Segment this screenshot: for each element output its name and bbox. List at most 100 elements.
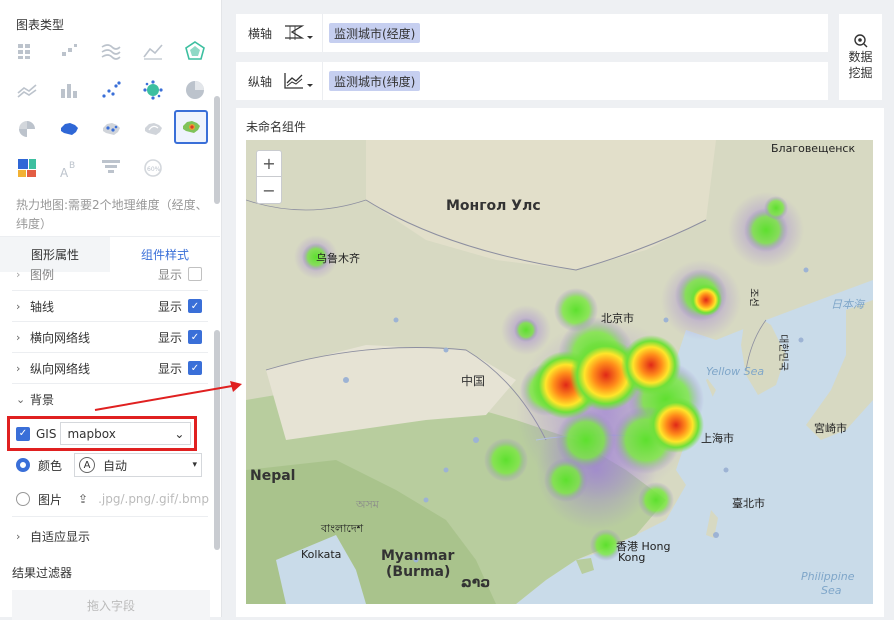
background-label: 背景 [30, 392, 55, 407]
legend-checkbox[interactable] [188, 267, 202, 281]
gis-select[interactable]: mapbox ⌄ [60, 422, 192, 445]
map-label-taipei: 臺北市 [732, 497, 765, 510]
caret-down-icon: ▾ [192, 460, 198, 470]
gauge-chart-icon[interactable]: 60% [136, 151, 170, 185]
vgrid-label: 纵向网络线 [30, 361, 91, 376]
map-label-laos: ລາວ [461, 575, 491, 591]
heatmap-hint: 热力地图:需要2个地理维度（经度、纬度） [16, 198, 208, 231]
image-row: 图片 ⇪ .jpg/.png/.gif/.bmp [16, 486, 212, 512]
chevron-down-icon: ⌄ [16, 392, 26, 406]
x-axis-label: 横轴 [248, 26, 273, 41]
svg-text:60%: 60% [147, 166, 161, 173]
map-label-yellow-sea: Yellow Sea [706, 365, 765, 378]
china-map-icon[interactable] [52, 112, 86, 146]
map-label-kolkata: Kolkata [301, 548, 342, 561]
map-label-mongolia: Монгол Улс [446, 198, 541, 214]
color-radio[interactable] [16, 458, 30, 472]
map-label-urumqi: 乌鲁木齐 [316, 252, 360, 265]
chart-types-title: 图表类型 [16, 18, 65, 32]
treemap-chart-icon[interactable] [10, 151, 44, 185]
rose-chart-icon[interactable] [10, 112, 44, 146]
axis-show-label: 显示 [157, 299, 182, 314]
map-label-burma: (Burma) [386, 564, 451, 580]
adaptive-row[interactable]: › 自适应显示 [16, 521, 202, 551]
x-axis-type-icon[interactable] [282, 22, 322, 44]
pie-chart-icon[interactable] [178, 73, 212, 107]
axis-label: 轴线 [30, 299, 55, 314]
data-mining-label-1: 数据 [848, 50, 873, 64]
background-row[interactable]: ⌄ 背景 [16, 384, 202, 414]
map-label-china: 中国 [461, 374, 486, 388]
chevron-right-icon: › [16, 529, 21, 543]
svg-text:B: B [69, 161, 75, 171]
zoom-out-button[interactable]: − [257, 177, 281, 203]
chevron-right-icon: › [16, 267, 21, 281]
word-cloud-icon[interactable]: AB [52, 151, 86, 185]
filter-drop-zone[interactable]: 拖入字段 [12, 590, 210, 620]
hgrid-label: 横向网络线 [30, 330, 91, 345]
gis-checkbox[interactable]: ✓ [16, 426, 30, 441]
scatter-grid-icon[interactable] [52, 34, 86, 68]
radar-chart-icon[interactable] [178, 34, 212, 68]
map-label-nepal: Nepal [250, 468, 296, 484]
legend-label: 图例 [30, 267, 55, 282]
point-map-icon[interactable] [94, 112, 128, 146]
map-label-shanghai: 上海市 [701, 432, 734, 445]
axis-row[interactable]: › 轴线 显示 ✓ [16, 291, 202, 321]
vgrid-row[interactable]: › 纵向网络线 显示 ✓ [16, 353, 202, 383]
data-mining-button[interactable]: 数据 挖掘 [839, 14, 882, 100]
y-axis-field-tag[interactable]: 监测城市(纬度) [329, 71, 421, 91]
map-label-philippine-sea: Philippine [801, 570, 855, 583]
hgrid-show-label: 显示 [157, 330, 182, 345]
left-panel: 图表类型 A B 60% 热力地图:需要2个地理维度（经度、纬度） 图形属性 组… [0, 0, 222, 620]
legend-show-label: 显示 [157, 267, 182, 282]
image-format-hint: .jpg/.png/.gif/.bmp [98, 492, 209, 506]
divider [322, 62, 323, 100]
hgrid-row[interactable]: › 横向网络线 显示 ✓ [16, 322, 202, 352]
axis-checkbox[interactable]: ✓ [188, 299, 202, 313]
scatter-chart-icon[interactable] [94, 73, 128, 107]
properties-scrollbar[interactable] [214, 330, 220, 550]
color-select-value: 自动 [103, 458, 128, 473]
adaptive-label: 自适应显示 [30, 529, 91, 544]
heat-map-icon[interactable] [174, 110, 208, 144]
image-radio[interactable] [16, 492, 30, 506]
zoom-control: + − [256, 150, 282, 204]
vgrid-show-label: 显示 [157, 361, 182, 376]
gis-select-value: mapbox [67, 426, 116, 441]
y-axis-label: 纵轴 [248, 74, 273, 89]
color-label: 颜色 [38, 458, 63, 473]
legend-row[interactable]: › 图例 显示 [16, 264, 202, 284]
color-select[interactable]: A 自动 ▾ [74, 453, 203, 477]
result-filter-title: 结果过滤器 [12, 566, 73, 580]
table-chart-icon[interactable] [10, 34, 44, 68]
line-chart-icon[interactable] [136, 34, 170, 68]
hgrid-checkbox[interactable]: ✓ [188, 330, 202, 344]
map-label-beijing: 北京市 [601, 312, 634, 325]
bar-chart-icon[interactable] [52, 73, 86, 107]
chevron-right-icon: › [16, 299, 21, 313]
heat-map[interactable]: + − Благовещенск Монгол Улс 乌鲁木齐 北京市 中国 … [246, 140, 873, 604]
divider [12, 516, 208, 517]
funnel-chart-icon[interactable] [94, 151, 128, 185]
map-label-blagoveshchensk: Благовещенск [771, 142, 856, 155]
bubble-chart-icon[interactable] [136, 73, 170, 107]
map-label-miyazaki: 宮崎市 [814, 422, 847, 435]
y-axis-type-icon[interactable] [282, 70, 322, 92]
multi-line-icon[interactable] [94, 34, 128, 68]
map-label-korea: 대한민국 [776, 334, 788, 371]
x-axis-card: 横轴 监测城市(经度) [236, 14, 828, 52]
flow-map-icon[interactable] [136, 112, 170, 146]
divider [322, 14, 323, 52]
chevron-right-icon: › [16, 330, 21, 344]
x-axis-field-tag[interactable]: 监测城市(经度) [329, 23, 421, 43]
svg-text:A: A [60, 166, 69, 179]
chart-type-scrollbar[interactable] [214, 96, 220, 204]
upload-icon[interactable]: ⇪ [78, 492, 88, 506]
map-label-dprk: 조선 [747, 288, 759, 307]
area-chart-icon[interactable] [10, 73, 44, 107]
vgrid-checkbox[interactable]: ✓ [188, 361, 202, 375]
zoom-in-button[interactable]: + [257, 151, 281, 177]
chart-title: 未命名组件 [246, 120, 307, 134]
gis-highlight-box: ✓ GIS mapbox ⌄ [7, 416, 197, 451]
